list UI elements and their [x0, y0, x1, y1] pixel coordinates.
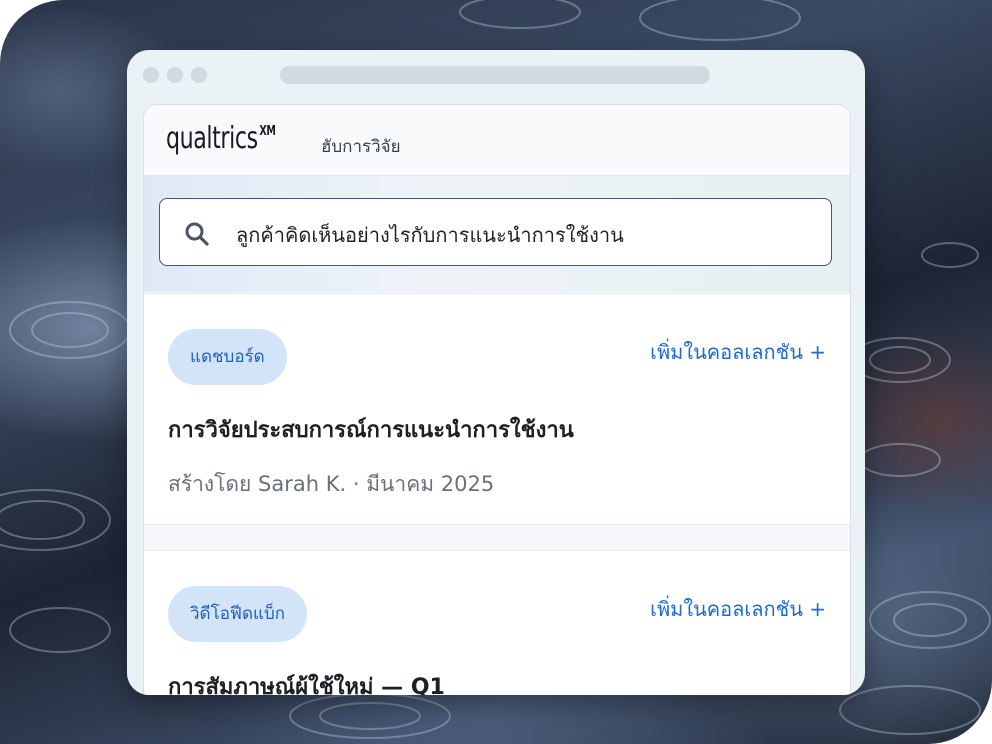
search-area: ลูกค้าคิดเห็นอย่างไรกับการแนะนำการใช้งาน — [144, 176, 850, 292]
content-type-badge: แดชบอร์ด — [168, 329, 287, 385]
logo-mark: XM — [259, 124, 276, 139]
browser-titlebar — [127, 50, 865, 100]
qualtrics-logo[interactable]: qualtrics XM — [166, 121, 276, 156]
content-type-badge: วิดีโอฟีดแบ็ก — [168, 586, 308, 642]
add-to-collection-link[interactable]: เพิ่มในคอลเลกชัน + — [650, 593, 826, 625]
result-title[interactable]: การวิจัยประสบการณ์การแนะนำการใช้งาน — [168, 412, 574, 447]
browser-window: qualtrics XM ฮับการวิจัย ลูกค้าคิดเห็นอย่… — [127, 50, 865, 695]
result-card[interactable]: วิดีโอฟีดแบ็ก เพิ่มในคอลเลกชัน + การสัมภ… — [144, 550, 850, 695]
result-card[interactable]: แดชบอร์ด เพิ่มในคอลเลกชัน + การวิจัยประส… — [144, 293, 850, 525]
add-to-collection-link[interactable]: เพิ่มในคอลเลกชัน + — [650, 336, 826, 368]
search-input[interactable]: ลูกค้าคิดเห็นอย่างไรกับการแนะนำการใช้งาน — [159, 198, 832, 266]
page-title: ฮับการวิจัย — [321, 137, 401, 157]
app-header: qualtrics XM ฮับการวิจัย — [144, 105, 850, 176]
window-close-dot[interactable] — [143, 67, 159, 83]
result-meta: สร้างโดย Sarah K. · มีนาคม 2025 — [168, 472, 495, 496]
logo-text: qualtrics — [166, 121, 258, 156]
result-title[interactable]: การสัมภาษณ์ผู้ใช้ใหม่ — Q1 — [168, 669, 445, 695]
research-hub-app: qualtrics XM ฮับการวิจัย ลูกค้าคิดเห็นอย่… — [143, 104, 851, 695]
address-bar[interactable] — [280, 66, 710, 84]
window-maximize-dot[interactable] — [191, 67, 207, 83]
window-minimize-dot[interactable] — [167, 67, 183, 83]
search-query: ลูกค้าคิดเห็นอย่างไรกับการแนะนำการใช้งาน — [236, 223, 624, 247]
search-icon — [185, 222, 209, 246]
